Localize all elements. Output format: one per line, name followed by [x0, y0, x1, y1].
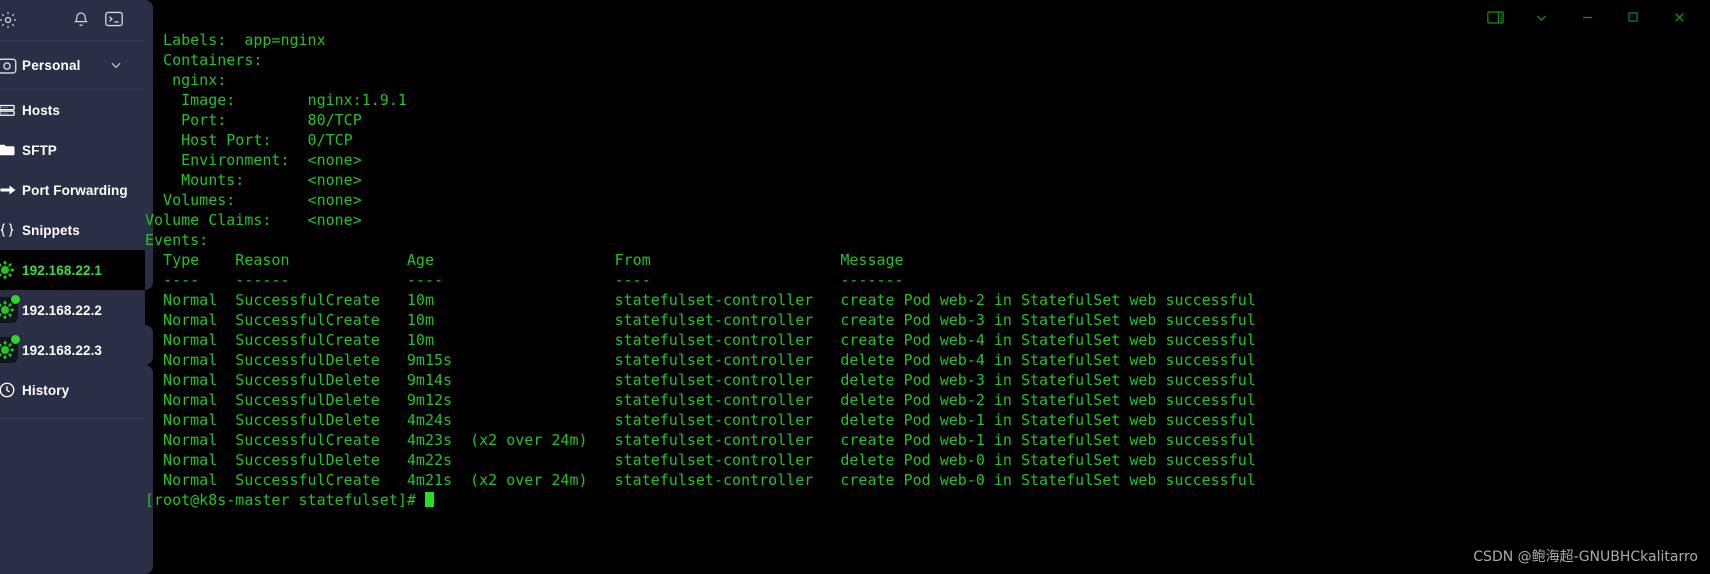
watermark: CSDN @鲍海超-GNUBHCkalitarro: [1473, 549, 1698, 565]
window-controls: [1472, 4, 1702, 30]
sidebar-item-label: History: [22, 382, 70, 398]
terminal-output: Labels: app=nginx Containers: nginx: Ima…: [145, 0, 1256, 510]
maximize-icon[interactable]: [1610, 4, 1656, 30]
close-icon[interactable]: [1656, 4, 1702, 30]
terminal-line: Events:: [145, 231, 209, 249]
split-pane-icon[interactable]: [1472, 4, 1518, 30]
sidebar-item-label: Hosts: [22, 102, 61, 118]
profile-selector[interactable]: Personal: [0, 41, 145, 89]
arrow-right-icon: [0, 181, 16, 199]
terminal-line: Volume Claims: <none>: [145, 211, 362, 229]
connected-status-dot: [11, 335, 20, 344]
sidebar: Personal Hosts SFTP Port Forwarding Snip…: [0, 0, 145, 574]
sidebar-toolbar: [0, 0, 145, 40]
terminal-line: Normal SuccessfulCreate 4m23s (x2 over 2…: [145, 431, 1256, 449]
bell-icon[interactable]: [72, 10, 90, 28]
server-gear-icon: [0, 259, 16, 281]
folder-icon: [0, 141, 16, 159]
sidebar-host-192-168-22-3[interactable]: 192.168.22.3: [0, 330, 145, 370]
terminal-icon[interactable]: [104, 10, 124, 28]
sidebar-item-sftp[interactable]: SFTP: [0, 130, 145, 170]
sidebar-host-label: 192.168.22.3: [22, 342, 103, 358]
terminal-line: Containers:: [145, 51, 263, 69]
clock-icon: [0, 381, 16, 399]
terminal-line: Normal SuccessfulDelete 9m14s statefulse…: [145, 371, 1256, 389]
sidebar-host-label: 192.168.22.2: [22, 302, 103, 318]
sidebar-item-label: Port Forwarding: [22, 182, 128, 198]
chevron-down-icon[interactable]: [1518, 4, 1564, 30]
connected-status-dot: [11, 295, 20, 304]
terminal-line: Host Port: 0/TCP: [145, 131, 353, 149]
terminal-line: Mounts: <none>: [145, 171, 362, 189]
sidebar-item-label: SFTP: [22, 142, 57, 158]
sidebar-host-192-168-22-1[interactable]: 192.168.22.1: [0, 250, 145, 290]
profile-label: Personal: [22, 57, 81, 73]
terminal-line: Environment: <none>: [145, 151, 362, 169]
terminal-prompt: [root@k8s-master statefulset]#: [145, 490, 1256, 510]
terminal-line: nginx:: [145, 71, 227, 89]
sidebar-item-label: Snippets: [22, 222, 80, 238]
terminal-line: Normal SuccessfulCreate 4m21s (x2 over 2…: [145, 471, 1256, 489]
braces-icon: [0, 221, 16, 239]
divider: [0, 418, 145, 419]
terminal-line: Image: nginx:1.9.1: [145, 91, 407, 109]
terminal-line: Normal SuccessfulDelete 9m15s statefulse…: [145, 351, 1256, 369]
terminal-line: Labels: app=nginx: [145, 31, 326, 49]
terminal-pane[interactable]: Labels: app=nginx Containers: nginx: Ima…: [145, 0, 1710, 574]
terminal-line: Normal SuccessfulDelete 4m22s statefulse…: [145, 451, 1256, 469]
account-icon: [0, 56, 18, 78]
terminal-line: Normal SuccessfulDelete 4m24s statefulse…: [145, 411, 1256, 429]
sidebar-item-snippets[interactable]: Snippets: [0, 210, 145, 250]
terminal-line: Port: 80/TCP: [145, 111, 362, 129]
sidebar-host-192-168-22-2[interactable]: 192.168.22.2: [0, 290, 145, 330]
terminal-line: Normal SuccessfulCreate 10m statefulset-…: [145, 291, 1256, 309]
terminal-line: Normal SuccessfulDelete 9m12s statefulse…: [145, 391, 1256, 409]
terminal-line: ---- ------ ---- ---- -------: [145, 271, 904, 289]
settings-icon[interactable]: [0, 10, 18, 30]
chevron-down-icon[interactable]: [109, 58, 123, 72]
sidebar-item-history[interactable]: History: [0, 370, 145, 410]
hosts-icon: [0, 101, 16, 119]
sidebar-item-port-forwarding[interactable]: Port Forwarding: [0, 170, 145, 210]
sidebar-host-label: 192.168.22.1: [22, 262, 103, 278]
terminal-line: Normal SuccessfulCreate 10m statefulset-…: [145, 311, 1256, 329]
sidebar-item-hosts[interactable]: Hosts: [0, 90, 145, 130]
terminal-line: Normal SuccessfulCreate 10m statefulset-…: [145, 331, 1256, 349]
terminal-line: Type Reason Age From Message: [145, 251, 904, 269]
terminal-cursor: [424, 492, 434, 507]
terminal-line: Volumes: <none>: [145, 191, 362, 209]
minimize-icon[interactable]: [1564, 4, 1610, 30]
app-window: Personal Hosts SFTP Port Forwarding Snip…: [0, 0, 1710, 574]
